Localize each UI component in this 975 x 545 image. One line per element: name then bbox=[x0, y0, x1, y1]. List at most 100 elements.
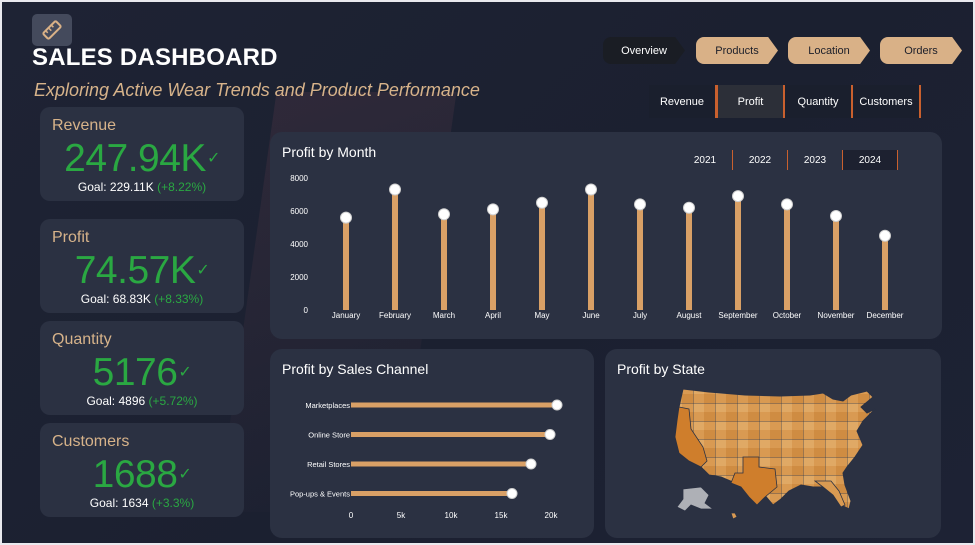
month-stem bbox=[833, 215, 839, 310]
x-tick-label: March bbox=[433, 311, 455, 320]
x-tick-label: July bbox=[633, 311, 647, 320]
channel-label: Online Store bbox=[308, 431, 350, 440]
kpi-card-profit: Profit 74.57K✓ Goal: 68.83K (+8.33%) bbox=[40, 219, 244, 313]
kpi-goal-text: Goal: 229.11K bbox=[77, 180, 154, 194]
month-dot bbox=[781, 198, 793, 211]
dashboard-frame: SALES DASHBOARD Exploring Active Wear Tr… bbox=[0, 0, 975, 545]
month-stem bbox=[686, 207, 692, 310]
profit-by-channel-panel: Profit by Sales Channel Marketplaces Onli… bbox=[270, 349, 594, 538]
x-tick-label: 10k bbox=[445, 511, 459, 520]
kpi-value: 5176✓ bbox=[40, 351, 244, 395]
channel-stem bbox=[351, 491, 512, 496]
x-tick-label: August bbox=[677, 311, 703, 320]
month-stem bbox=[637, 204, 643, 310]
nav-location-button[interactable]: Location bbox=[788, 37, 870, 64]
kpi-delta: (+8.22%) bbox=[157, 180, 207, 194]
kpi-goal: Goal: 229.11K (+8.22%) bbox=[40, 180, 244, 194]
month-stem bbox=[784, 204, 790, 310]
month-dot bbox=[585, 183, 597, 196]
nav-orders-button[interactable]: Orders bbox=[880, 37, 962, 64]
page-subtitle: Exploring Active Wear Trends and Product… bbox=[34, 80, 480, 100]
kpi-goal: Goal: 68.83K (+8.33%) bbox=[40, 292, 244, 306]
kpi-label: Profit bbox=[52, 229, 90, 246]
kpi-value: 74.57K✓ bbox=[40, 249, 244, 293]
x-tick-label: 5k bbox=[397, 511, 406, 520]
x-tick-label: 0 bbox=[349, 511, 354, 520]
month-dot bbox=[536, 196, 548, 209]
y-tick-label: 0 bbox=[304, 306, 309, 315]
page-navigation: Overview Products Location Orders bbox=[2, 37, 973, 65]
checkmark-icon: ✓ bbox=[178, 466, 192, 483]
month-stem bbox=[343, 217, 349, 310]
y-tick-label: 8000 bbox=[290, 174, 308, 183]
channel-dot bbox=[551, 399, 563, 411]
x-tick-label: October bbox=[773, 311, 802, 320]
profit-by-month-panel: Profit by Month 2021 2022 2023 2024 0 200… bbox=[270, 132, 942, 339]
channel-stem bbox=[351, 402, 557, 408]
kpi-delta: (+5.72%) bbox=[148, 394, 198, 408]
kpi-label: Customers bbox=[52, 433, 130, 450]
month-dot bbox=[438, 208, 450, 221]
y-tick-label: 2000 bbox=[290, 273, 308, 282]
channel-dot bbox=[544, 429, 556, 440]
channel-dot bbox=[506, 488, 518, 499]
channel-stem bbox=[351, 432, 550, 437]
x-tick-label: June bbox=[582, 311, 600, 320]
x-tick-label: September bbox=[718, 311, 757, 320]
kpi-goal: Goal: 1634 (+3.3%) bbox=[40, 496, 244, 510]
month-stem bbox=[882, 235, 888, 310]
month-dot bbox=[487, 203, 499, 216]
x-tick-label: 15k bbox=[495, 511, 509, 520]
y-tick-label: 4000 bbox=[290, 240, 308, 249]
kpi-goal: Goal: 4896 (+5.72%) bbox=[40, 394, 244, 408]
metric-quantity-button[interactable]: Quantity bbox=[785, 85, 853, 118]
month-stem bbox=[392, 189, 398, 310]
metric-profit-button[interactable]: Profit bbox=[717, 85, 785, 118]
x-tick-label: November bbox=[818, 311, 855, 320]
channel-stem bbox=[351, 461, 531, 467]
channel-label: Retail Stores bbox=[307, 460, 350, 469]
x-tick-label: April bbox=[485, 311, 501, 320]
kpi-goal-text: Goal: 68.83K bbox=[80, 292, 151, 306]
kpi-card-quantity: Quantity 5176✓ Goal: 4896 (+5.72%) bbox=[40, 321, 244, 415]
x-tick-label: January bbox=[332, 311, 360, 320]
nav-overview-button[interactable]: Overview bbox=[603, 37, 685, 64]
month-stem bbox=[588, 189, 594, 310]
checkmark-icon: ✓ bbox=[196, 262, 210, 279]
month-dot bbox=[830, 209, 842, 222]
hawaii-shape[interactable] bbox=[730, 512, 738, 520]
kpi-label: Revenue bbox=[52, 117, 117, 134]
metric-selector: Revenue Profit Quantity Customers bbox=[649, 85, 921, 118]
profit-by-state-panel: Profit by State bbox=[605, 349, 941, 538]
month-stem bbox=[441, 214, 447, 310]
metric-revenue-button[interactable]: Revenue bbox=[649, 85, 717, 118]
kpi-value: 1688✓ bbox=[40, 453, 244, 497]
checkmark-icon: ✓ bbox=[178, 364, 192, 381]
channel-dot bbox=[525, 458, 537, 470]
month-dot bbox=[389, 183, 401, 196]
us-state-map[interactable] bbox=[605, 349, 941, 538]
nav-products-button[interactable]: Products bbox=[696, 37, 778, 64]
kpi-label: Quantity bbox=[52, 331, 112, 348]
kpi-goal-text: Goal: 4896 bbox=[86, 394, 146, 408]
kpi-number: 5176 bbox=[92, 351, 178, 394]
kpi-number: 247.94K bbox=[64, 137, 206, 180]
x-tick-label: December bbox=[867, 311, 904, 320]
channel-label: Marketplaces bbox=[305, 401, 350, 410]
month-dot bbox=[683, 201, 695, 214]
kpi-number: 1688 bbox=[92, 453, 178, 496]
x-tick-label: February bbox=[379, 311, 411, 320]
profit-by-month-chart: 0 2000 4000 6000 8000 January February March Apr… bbox=[290, 174, 904, 320]
metric-customers-button[interactable]: Customers bbox=[853, 85, 921, 118]
alaska-shape[interactable] bbox=[676, 486, 715, 512]
kpi-goal-text: Goal: 1634 bbox=[89, 496, 149, 510]
month-stem bbox=[539, 202, 545, 310]
month-dot bbox=[634, 198, 646, 211]
checkmark-icon: ✓ bbox=[206, 150, 220, 167]
channel-label: Pop-ups & Events bbox=[290, 490, 350, 499]
x-tick-label: May bbox=[534, 311, 549, 320]
month-stem bbox=[735, 196, 741, 310]
month-dot bbox=[879, 229, 891, 242]
kpi-value: 247.94K✓ bbox=[40, 137, 244, 181]
kpi-number: 74.57K bbox=[74, 249, 196, 292]
